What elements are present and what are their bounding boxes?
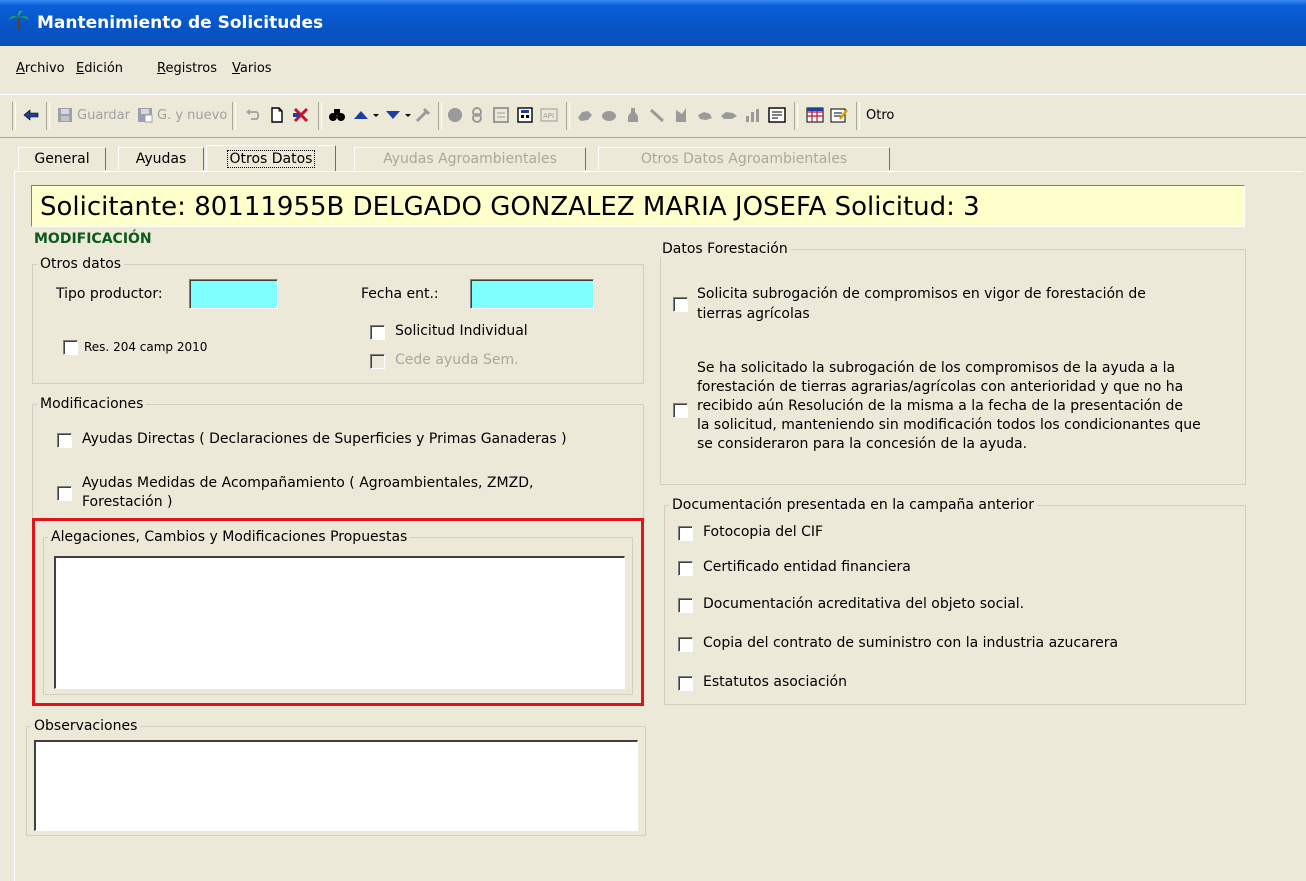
save-button[interactable]: Guardar [56, 103, 130, 127]
tools-icon[interactable] [414, 103, 432, 127]
otros-menu-button[interactable]: Otro [866, 103, 894, 127]
highlight-box [32, 518, 644, 706]
certificado-entidad-label: Certificado entidad financiera [703, 559, 911, 575]
observaciones-legend: Observaciones [31, 718, 141, 734]
ayudas-directas-checkbox[interactable] [57, 433, 72, 448]
menu-edicion[interactable]: Edición [76, 61, 123, 76]
ayudas-directas-label: Ayudas Directas ( Declaraciones de Super… [82, 431, 567, 447]
title-bar: Mantenimiento de Solicitudes [0, 0, 1306, 46]
subrogacion-anterior-line5: se consideraron para la concesión de la … [697, 436, 1028, 452]
calculator-icon[interactable] [516, 103, 534, 127]
plant-icon[interactable] [672, 103, 690, 127]
menu-archivo[interactable]: Archivo [16, 61, 65, 76]
window-title: Mantenimiento de Solicitudes [37, 13, 324, 33]
datos-forestacion-legend: Datos Forestación [659, 241, 791, 257]
animal-icon[interactable] [576, 103, 594, 127]
estatutos-asociacion-checkbox[interactable] [678, 676, 693, 691]
fotocopia-cif-checkbox[interactable] [678, 526, 693, 541]
mode-label: MODIFICACIÓN [34, 231, 152, 247]
goat-icon[interactable] [696, 103, 714, 127]
subrogacion-anterior-line4: la solicitud, manteniendo sin modificaci… [697, 417, 1201, 433]
solicitud-individual-label: Solicitud Individual [395, 323, 528, 339]
cow-icon[interactable] [720, 103, 738, 127]
subrogacion-checkbox[interactable] [673, 297, 688, 312]
tipo-productor-label: Tipo productor: [56, 286, 163, 302]
coins-icon[interactable] [468, 103, 486, 127]
estatutos-asociacion-label: Estatutos asociación [703, 674, 847, 690]
certificado-entidad-checkbox[interactable] [678, 561, 693, 576]
next-dropdown-icon[interactable] [404, 103, 412, 127]
tab-otros-datos-agroambientales[interactable]: Otros Datos Agroambientales [598, 147, 890, 170]
floppy-new-icon [138, 108, 153, 123]
documentacion-legend: Documentación presentada en la campaña a… [669, 497, 1037, 513]
subrogacion-label-line2: tierras agrícolas [697, 306, 810, 322]
binoculars-search-icon[interactable] [328, 103, 346, 127]
fecha-ent-field[interactable] [470, 279, 594, 309]
menu-registros[interactable]: Registros [157, 61, 217, 76]
edit-form-icon[interactable] [830, 103, 848, 127]
documentacion-acreditativa-checkbox[interactable] [678, 598, 693, 613]
subrogacion-anterior-checkbox[interactable] [673, 403, 688, 418]
tab-otros-datos[interactable]: Otros Datos [206, 145, 336, 172]
toolbar-separator [566, 102, 570, 130]
back-arrow-icon[interactable] [22, 103, 40, 127]
ayudas-medidas-checkbox[interactable] [57, 486, 72, 501]
ayudas-medidas-label-line2: Forestación ) [82, 494, 173, 510]
documentacion-acreditativa-label: Documentación acreditativa del objeto so… [703, 596, 1025, 612]
bird-icon[interactable] [600, 103, 618, 127]
save-and-new-button[interactable]: G. y nuevo [136, 103, 227, 127]
undo-icon[interactable] [244, 103, 262, 127]
api-icon[interactable]: API [540, 103, 558, 127]
new-document-icon[interactable] [268, 103, 286, 127]
subrogacion-anterior-line3: recibido aún Resolución de la misma a la… [697, 398, 1184, 414]
subrogacion-label-line1: Solicita subrogación de compromisos en v… [697, 286, 1146, 302]
solicitante-header: Solicitante: 80111955B DELGADO GONZALEZ … [31, 185, 1245, 227]
res-204-label: Res. 204 camp 2010 [84, 340, 208, 354]
copia-contrato-label: Copia del contrato de suministro con la … [703, 635, 1119, 651]
otros-datos-legend: Otros datos [37, 256, 125, 272]
res-204-checkbox[interactable] [63, 340, 78, 355]
copia-contrato-checkbox[interactable] [678, 637, 693, 652]
form-icon[interactable] [492, 103, 510, 127]
modificaciones-legend: Modificaciones [37, 396, 147, 412]
tipo-productor-field[interactable] [189, 279, 278, 309]
tab-general[interactable]: General [18, 147, 106, 170]
pen-icon[interactable] [648, 103, 666, 127]
chart-icon[interactable] [744, 103, 762, 127]
toolbar: Guardar G. y nuevo API Otro [0, 94, 1306, 138]
document-view-icon[interactable] [768, 103, 786, 127]
tab-ayudas-agroambientales[interactable]: Ayudas Agroambientales [354, 147, 586, 170]
svg-text:API: API [543, 112, 554, 120]
toolbar-separator [856, 102, 860, 130]
subrogacion-anterior-line1: Se ha solicitado la subrogación de los c… [697, 360, 1176, 376]
toolbar-separator [794, 102, 798, 130]
menu-varios[interactable]: Varios [232, 61, 272, 76]
tab-ayudas[interactable]: Ayudas [118, 147, 204, 170]
ayudas-medidas-label-line1: Ayudas Medidas de Acompañamiento ( Agroa… [82, 475, 534, 491]
toolbar-separator [12, 102, 16, 130]
delete-record-icon[interactable] [292, 103, 310, 127]
floppy-disk-icon [58, 108, 72, 122]
bottle-icon[interactable] [624, 103, 642, 127]
cede-ayuda-label: Cede ayuda Sem. [395, 352, 519, 368]
fotocopia-cif-label: Fotocopia del CIF [703, 524, 824, 540]
tab-strip: General Ayudas Otros Datos Ayudas Agroam… [14, 145, 1306, 172]
grid-table-icon[interactable] [806, 103, 824, 127]
circle-icon[interactable] [446, 103, 464, 127]
fecha-ent-label: Fecha ent.: [361, 286, 439, 302]
next-record-icon[interactable] [384, 103, 402, 127]
toolbar-separator [232, 102, 236, 130]
cede-ayuda-checkbox[interactable] [370, 354, 385, 369]
menu-bar: Archivo Edición Registros Varios [0, 58, 1306, 82]
app-palm-icon [9, 10, 29, 30]
subrogacion-anterior-line2: forestación de tierras agrarias/agrícola… [697, 379, 1184, 395]
solicitud-individual-checkbox[interactable] [370, 325, 385, 340]
observaciones-textarea[interactable] [34, 740, 638, 831]
previous-dropdown-icon[interactable] [372, 103, 380, 127]
toolbar-separator [46, 102, 50, 130]
toolbar-separator [438, 102, 442, 130]
toolbar-separator [318, 102, 322, 130]
previous-record-icon[interactable] [352, 103, 370, 127]
